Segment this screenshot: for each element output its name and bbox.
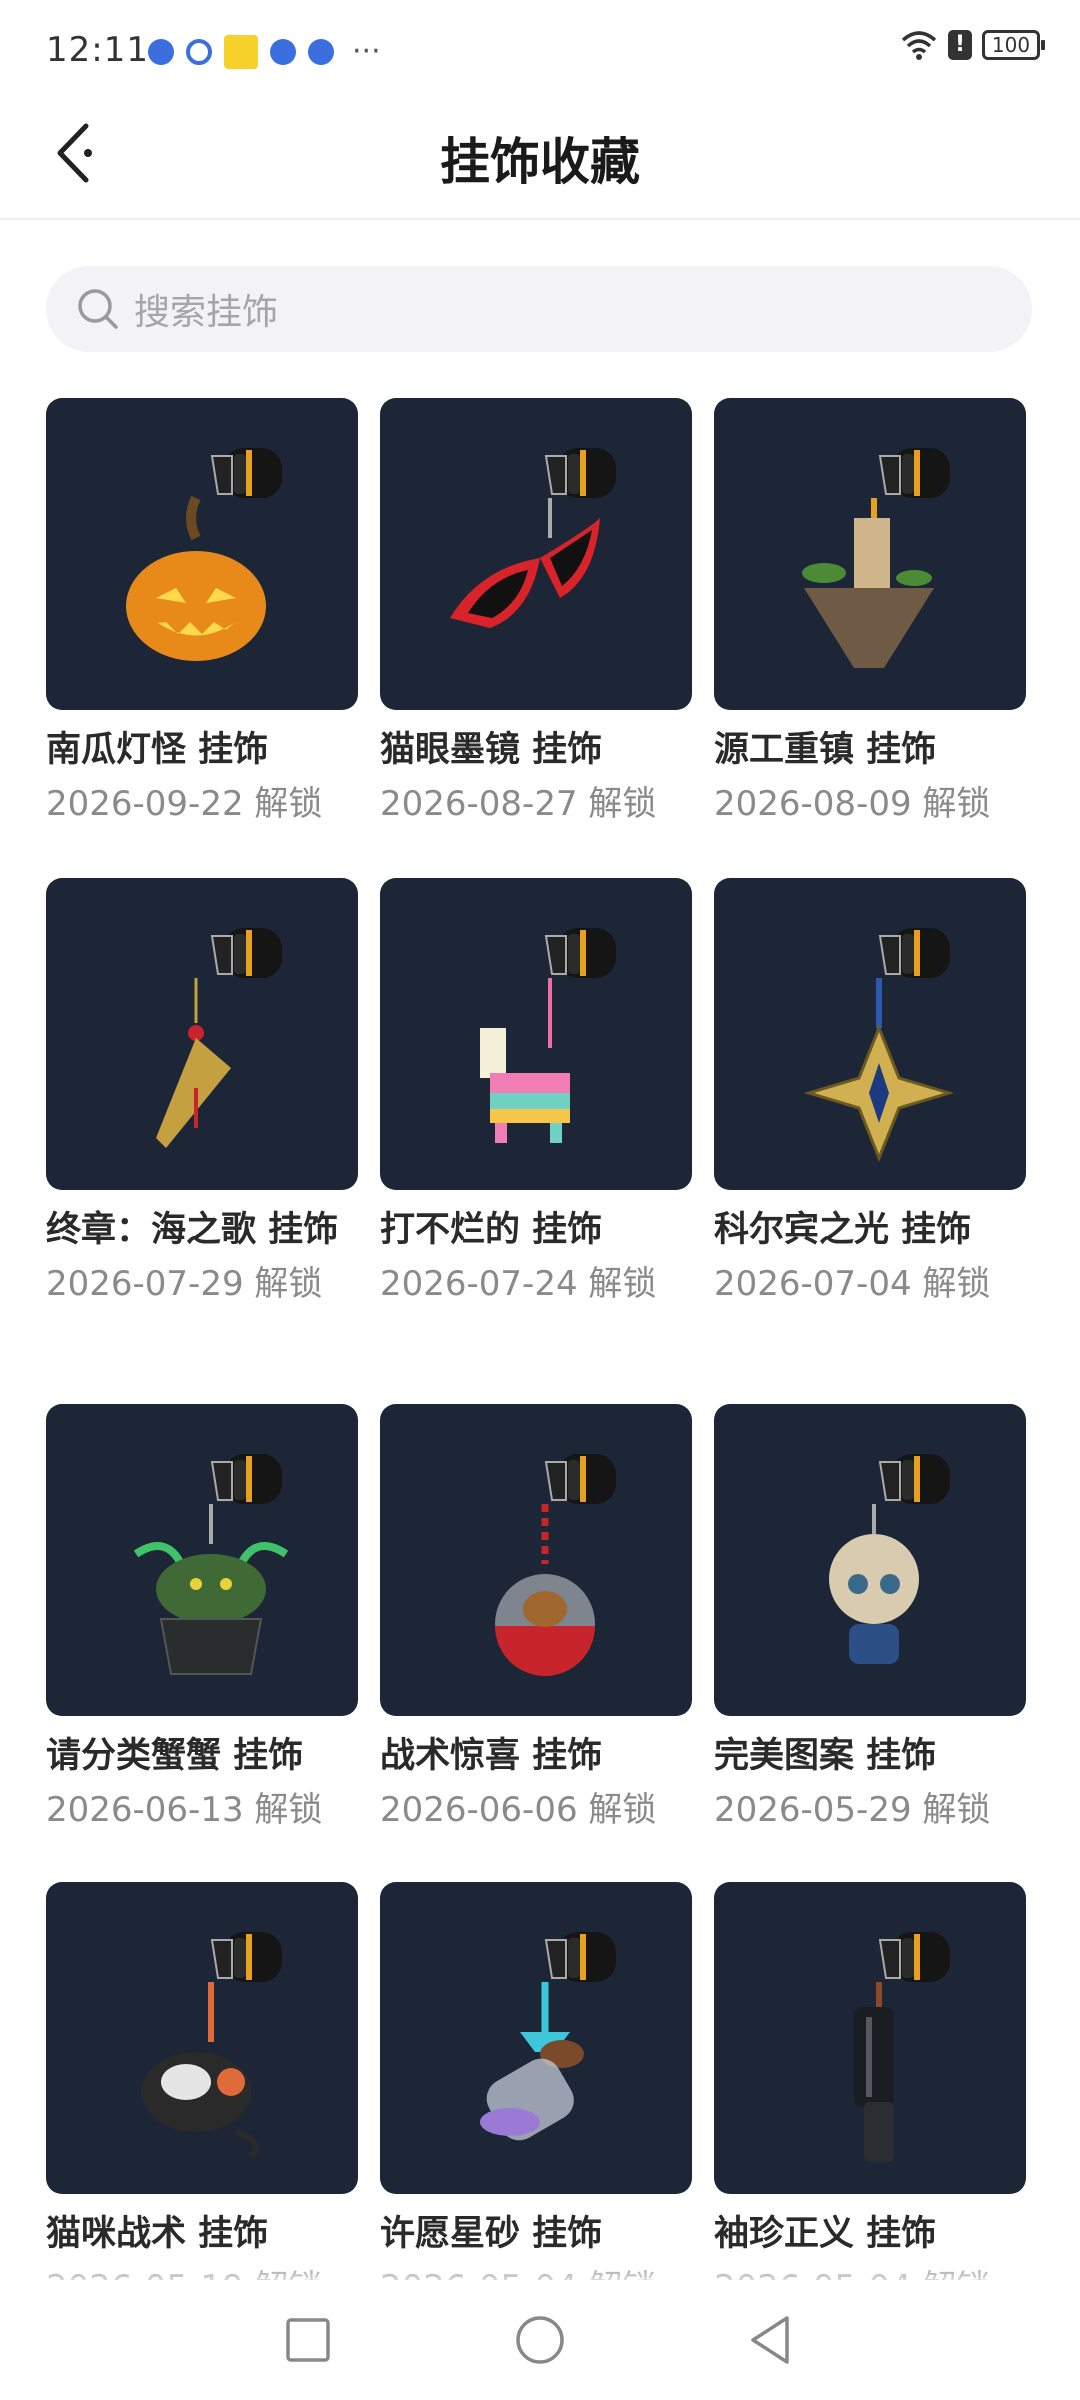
search-input[interactable]: 搜索挂饰 bbox=[46, 266, 1032, 352]
battery-indicator: 100 bbox=[982, 30, 1045, 60]
unlock-date: 2026-07-29 解锁 bbox=[46, 1264, 323, 1304]
keyring-icon bbox=[878, 1932, 950, 1982]
mini-pistol-charm-icon bbox=[854, 1932, 950, 2162]
unlock-date: 2026-06-06 解锁 bbox=[380, 1790, 657, 1830]
cat-eye-sunglasses-charm-icon bbox=[450, 448, 616, 628]
pumpkin-charm-icon bbox=[126, 448, 282, 661]
more-notifications-icon: ··· bbox=[352, 34, 381, 69]
sync-notification-icon bbox=[186, 38, 212, 65]
app-notification-icon bbox=[308, 38, 334, 65]
keyring-icon bbox=[210, 1454, 282, 1504]
charm-name: 猫眼墨镜 挂饰 bbox=[380, 730, 603, 770]
charm-card[interactable]: 猫眼墨镜 挂饰 2026-08-27 解锁 bbox=[380, 398, 692, 824]
star-compass-charm-icon bbox=[803, 928, 955, 1163]
charm-card[interactable]: 请分类蟹蟹 挂饰 2026-06-13 解锁 bbox=[46, 1404, 358, 1830]
wish-bottle-charm-icon bbox=[480, 1932, 616, 2141]
charm-card[interactable]: 科尔宾之光 挂饰 2026-07-04 解锁 bbox=[714, 878, 1026, 1304]
keyring-icon bbox=[210, 1932, 282, 1982]
charm-name: 完美图案 挂饰 bbox=[714, 1736, 937, 1776]
app-header: 挂饰收藏 bbox=[0, 100, 1080, 220]
status-time: 12:11 bbox=[46, 30, 149, 70]
charm-thumbnail[interactable] bbox=[714, 1404, 1026, 1716]
charm-card[interactable]: 袖珍正义 挂饰2026-05-04 解锁 bbox=[714, 1882, 1026, 2280]
app-badge-icon bbox=[224, 34, 258, 69]
charm-thumbnail[interactable] bbox=[714, 878, 1026, 1190]
charm-card[interactable]: 完美图案 挂饰 2026-05-29 解锁 bbox=[714, 1404, 1026, 1830]
page-title: 挂饰收藏 bbox=[440, 133, 640, 191]
capsule-toy-charm-icon bbox=[495, 1454, 616, 1676]
charm-card[interactable]: 许愿星砂 挂饰2026-05-04 解锁 bbox=[380, 1882, 692, 2280]
system-indicators: ! 100 bbox=[900, 30, 1045, 60]
keyring-icon bbox=[544, 448, 616, 498]
doll-charm-icon bbox=[829, 1454, 950, 1664]
charm-card[interactable]: 猫咪战术 挂饰2026-05-19 解锁 bbox=[46, 1882, 358, 2280]
charm-name: 许愿星砂 挂饰 bbox=[380, 2214, 603, 2254]
charm-card[interactable]: 源工重镇 挂饰 2026-08-09 解锁 bbox=[714, 398, 1026, 824]
charm-name: 猫咪战术 挂饰 bbox=[46, 2214, 269, 2254]
golden-shell-charm-icon bbox=[156, 928, 282, 1148]
unlock-date: 2026-09-22 解锁 bbox=[46, 784, 323, 824]
unlock-date: 2026-08-27 解锁 bbox=[380, 784, 657, 824]
system-nav-bar bbox=[0, 2290, 1080, 2400]
charm-card[interactable]: 终章：海之歌 挂饰 2026-07-29 解锁 bbox=[46, 878, 358, 1304]
keyring-icon bbox=[544, 928, 616, 978]
search-icon bbox=[76, 287, 120, 331]
search-placeholder: 搜索挂饰 bbox=[134, 292, 279, 333]
charm-card[interactable]: 南瓜灯怪 挂饰 2026-09-22 解锁 bbox=[46, 398, 358, 824]
charm-name: 请分类蟹蟹 挂饰 bbox=[46, 1736, 304, 1776]
recent-apps-button[interactable] bbox=[278, 2310, 338, 2370]
keyring-icon bbox=[878, 928, 950, 978]
charm-name: 战术惊喜 挂饰 bbox=[380, 1736, 603, 1776]
alert-icon: ! bbox=[948, 30, 972, 60]
keyring-icon bbox=[544, 1454, 616, 1504]
charm-thumbnail[interactable] bbox=[46, 1404, 358, 1716]
charm-grid: 南瓜灯怪 挂饰 2026-09-22 解锁 猫眼墨镜 挂饰 2026-08-27 解… bbox=[46, 398, 1046, 2280]
charm-thumbnail[interactable] bbox=[46, 1882, 358, 2194]
unlock-date: 2026-07-24 解锁 bbox=[380, 1264, 657, 1304]
charm-name: 南瓜灯怪 挂饰 bbox=[46, 730, 269, 770]
charm-thumbnail[interactable] bbox=[46, 398, 358, 710]
charm-thumbnail[interactable] bbox=[380, 398, 692, 710]
floating-island-charm-icon bbox=[802, 448, 950, 668]
charm-name: 打不烂的 挂饰 bbox=[380, 1210, 603, 1250]
charm-thumbnail[interactable] bbox=[380, 878, 692, 1190]
unlock-date: 2026-05-29 解锁 bbox=[714, 1790, 991, 1830]
app-notification-icon bbox=[148, 38, 174, 65]
pinata-llama-charm-icon bbox=[480, 928, 616, 1143]
keyring-icon bbox=[878, 1454, 950, 1504]
triangle-back-icon bbox=[751, 2316, 789, 2364]
keyring-icon bbox=[878, 448, 950, 498]
charm-thumbnail[interactable] bbox=[714, 398, 1026, 710]
home-button[interactable] bbox=[510, 2310, 570, 2370]
keyring-icon bbox=[210, 928, 282, 978]
charm-thumbnail[interactable] bbox=[714, 1882, 1026, 2194]
charm-card[interactable]: 打不烂的 挂饰 2026-07-24 解锁 bbox=[380, 878, 692, 1304]
unlock-date: 2026-08-09 解锁 bbox=[714, 784, 991, 824]
unlock-date: 2026-06-13 解锁 bbox=[46, 1790, 323, 1830]
charm-name: 袖珍正义 挂饰 bbox=[714, 2214, 937, 2254]
app-notification-icon bbox=[270, 38, 296, 65]
notification-icons: ··· bbox=[148, 34, 381, 69]
charm-thumbnail[interactable] bbox=[380, 1404, 692, 1716]
status-bar: 12:11 ··· ! 100 bbox=[0, 0, 1080, 100]
back-nav-button[interactable] bbox=[740, 2310, 800, 2370]
unlock-date: 2026-07-04 解锁 bbox=[714, 1264, 991, 1304]
charm-name: 源工重镇 挂饰 bbox=[714, 730, 937, 770]
keyring-icon bbox=[210, 448, 282, 498]
cat-charm-icon bbox=[141, 1932, 282, 2160]
square-icon bbox=[286, 2318, 330, 2362]
wifi-icon bbox=[901, 31, 937, 60]
scroll-fade bbox=[0, 2260, 1080, 2290]
keyring-icon bbox=[544, 1932, 616, 1982]
charm-thumbnail[interactable] bbox=[46, 878, 358, 1190]
charm-thumbnail[interactable] bbox=[380, 1882, 692, 2194]
charm-name: 科尔宾之光 挂饰 bbox=[714, 1210, 972, 1250]
charm-name: 终章：海之歌 挂饰 bbox=[46, 1210, 339, 1250]
circle-icon bbox=[516, 2316, 564, 2364]
crab-bucket-charm-icon bbox=[133, 1454, 289, 1675]
charm-card[interactable]: 战术惊喜 挂饰 2026-06-06 解锁 bbox=[380, 1404, 692, 1830]
